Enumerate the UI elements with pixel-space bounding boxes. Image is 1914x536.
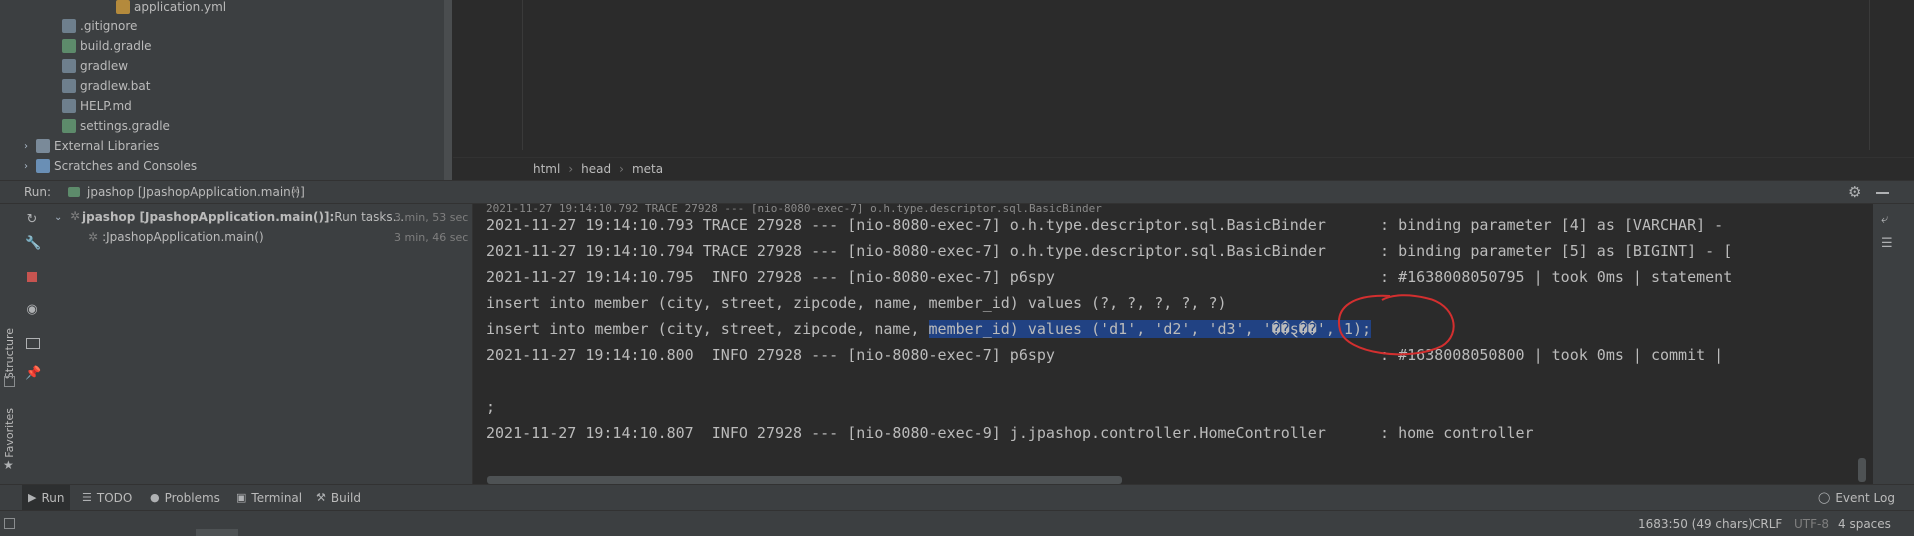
tree-item-scratches[interactable]: › Scratches and Consoles [24,156,197,176]
tab-build[interactable]: ⚒ Build [316,485,361,510]
stop-icon[interactable] [27,272,37,282]
breadcrumb-head[interactable]: head [581,162,611,176]
editor-right-margin [1869,0,1870,150]
run-tree-root[interactable]: ⌄ ✲ jpashop [JpashopApplication.main()]:… [54,207,474,227]
breadcrumb-html[interactable]: html [533,162,560,176]
tree-item-build-gradle[interactable]: build.gradle [62,36,152,56]
info-icon: ● [150,491,160,504]
status-progress [196,529,238,536]
console-line-selected: insert into member (city, street, zipcod… [486,320,1372,338]
chevron-right-icon[interactable]: › [24,161,36,172]
breadcrumb-separator: › [619,162,624,176]
breadcrumb: html › head › meta [453,157,1914,180]
yml-file-icon [116,0,130,14]
soft-wrap-icon[interactable]: ⤶ [1881,212,1888,227]
breadcrumb-separator: › [568,162,574,176]
favorites-tab[interactable]: Favorites [3,408,16,458]
run-tree: ⌄ ✲ jpashop [JpashopApplication.main()]:… [44,204,473,484]
chevron-right-icon[interactable]: › [24,141,36,152]
run-tab-label[interactable]: jpashop [JpashopApplication.main()] [87,185,305,199]
rerun-icon[interactable]: ↻ [25,213,39,227]
minimize-icon[interactable] [1876,192,1889,194]
wrench-icon[interactable]: 🔧 [25,237,41,251]
console-line: 2021-11-27 19:14:10.800 INFO 27928 --- [… [486,346,1724,364]
indent-setting[interactable]: 4 spaces [1838,511,1891,536]
file-icon [62,19,76,33]
editor-gutter-divider [522,0,523,150]
list-icon: ☰ [82,491,92,504]
annotation-circle [1338,294,1455,356]
scroll-to-end-icon[interactable]: ☰ [1881,236,1893,251]
eye-icon[interactable]: ◉ [25,303,39,317]
file-encoding[interactable]: UTF-8 [1794,511,1829,536]
play-icon: ▶ [28,491,37,504]
console-line: 2021-11-27 19:14:10.795 INFO 27928 --- [… [486,268,1733,286]
console-vertical-scrollbar[interactable] [1858,458,1866,482]
gradle-icon [62,119,76,133]
library-icon [36,139,50,153]
project-scrollbar[interactable] [444,0,452,180]
file-icon [62,59,76,73]
tab-terminal[interactable]: ▣ Terminal [236,485,302,510]
console-line: 2021-11-27 19:14:10.794 TRACE 27928 --- … [486,242,1733,260]
pin-icon[interactable]: 📌 [25,367,41,381]
console-line: 2021-11-27 19:14:10.793 TRACE 27928 --- … [486,216,1733,234]
tree-item-settings-gradle[interactable]: settings.gradle [62,116,170,136]
tree-item-gradlew-bat[interactable]: gradlew.bat [62,76,150,96]
gear-icon[interactable]: ⚙ [1848,183,1861,201]
tree-item-gitignore[interactable]: .gitignore [62,16,137,36]
console-horizontal-scrollbar[interactable] [487,476,1122,484]
breadcrumb-meta[interactable]: meta [632,162,663,176]
event-log-icon: ◯ [1818,491,1831,504]
gradle-icon [62,39,76,53]
file-icon [62,79,76,93]
project-tree: application.yml .gitignore build.gradle … [20,0,452,180]
tree-item-gradlew[interactable]: gradlew [62,56,128,76]
close-icon[interactable]: × [290,184,301,199]
structure-tab[interactable]: Structure [3,328,16,379]
star-icon: ★ [3,458,14,472]
caret-position[interactable]: 1683:50 (49 chars) [1638,511,1753,536]
event-log-button[interactable]: ◯ Event Log [1818,485,1895,510]
tool-window-bar: ▶ Run ☰ TODO ● Problems ▣ Terminal ⚒ Build ◯ E… [0,484,1914,510]
left-tool-strip: Structure Favorites ★ [0,0,21,498]
console-output[interactable]: 2021-11-27 19:14:10.792 TRACE 27928 --- … [473,204,1873,484]
console-line: ; [486,398,496,416]
run-panel-header: Run: jpashop [JpashopApplication.main()]… [0,180,1914,204]
line-separator[interactable]: CRLF [1752,511,1782,536]
terminal-icon: ▣ [236,491,247,504]
tab-todo[interactable]: ☰ TODO [82,485,132,510]
console-line: 2021-11-27 19:14:10.807 INFO 27928 --- [… [486,424,1534,442]
hammer-icon: ⚒ [316,491,326,504]
console-right-toolbar: ⤶ ☰ [1873,204,1914,484]
file-icon [62,99,76,113]
gradle-icon [68,187,80,197]
text-selection: member_id) values ('d1', 'd2', 'd3', '��… [928,320,1372,338]
chevron-down-icon[interactable]: ⌄ [54,212,66,223]
run-tree-child[interactable]: ✲ :JpashopApplication.main() 3 min, 46 s… [88,227,474,247]
status-bar: 1683:50 (49 chars) CRLF UTF-8 4 spaces [0,510,1914,536]
structure-icon [4,376,15,387]
spinner-icon: ✲ [70,209,81,223]
toggle-tool-windows-icon[interactable] [4,518,15,529]
tab-run[interactable]: ▶ Run [22,485,71,510]
tree-item-help-md[interactable]: HELP.md [62,96,132,116]
console-line: insert into member (city, street, zipcod… [486,294,1227,312]
run-label: Run: [24,185,52,199]
editor-area[interactable] [453,0,1914,157]
run-toolbar: ↻ 🔧 ◉ 📌 [20,204,44,484]
tab-problems[interactable]: ● Problems [150,485,220,510]
tree-item-external-libraries[interactable]: › External Libraries [24,136,159,156]
layout-icon[interactable] [26,338,40,349]
tree-item-application-yml[interactable]: application.yml [116,0,226,17]
scratch-icon [36,159,50,173]
spinner-icon: ✲ [88,230,99,244]
